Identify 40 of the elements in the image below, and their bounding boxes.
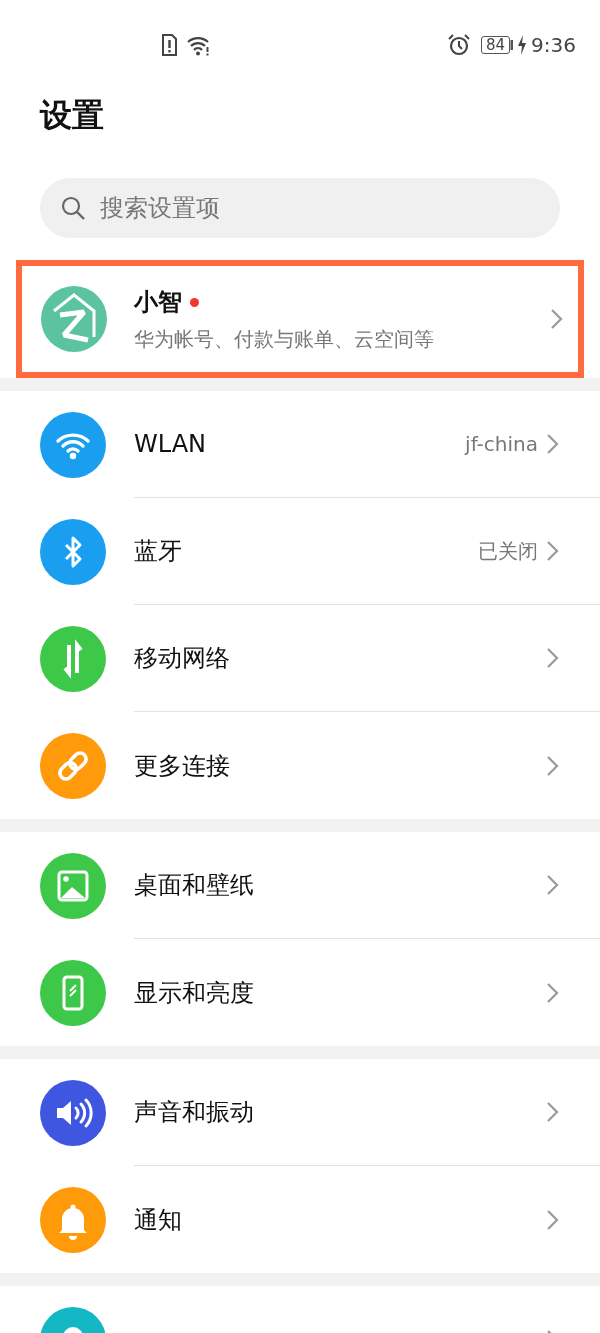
row-value: jf-china <box>465 431 538 458</box>
settings-row[interactable]: 更多连接 <box>0 712 600 819</box>
chevron-icon <box>546 981 560 1004</box>
row-label: 通知 <box>134 1204 183 1236</box>
row-value: 已关闭 <box>478 538 538 565</box>
battery-indicator: 84 <box>481 36 511 54</box>
page-title: 设置 <box>38 95 105 136</box>
row-label: 声音和振动 <box>134 1097 255 1128</box>
settings-row[interactable]: 通知 <box>0 1166 600 1273</box>
settings-row[interactable]: 声音和振动 <box>0 1059 600 1166</box>
alarm-icon <box>447 33 471 57</box>
row-label: 桌面和壁纸 <box>134 870 255 901</box>
clock-time: 9:36 <box>531 32 576 59</box>
chevron-icon <box>546 540 560 562</box>
chevron-icon <box>546 647 560 669</box>
chevron-icon <box>550 308 564 330</box>
row-label: 蓝牙 <box>134 536 183 567</box>
wifi-alert-icon <box>186 34 210 56</box>
settings-row[interactable]: WLAN jf-china <box>0 391 600 498</box>
avatar-icon <box>40 285 108 353</box>
row-label: WLAN <box>134 429 208 460</box>
row-label: 显示和亮度 <box>134 977 255 1009</box>
chevron-icon <box>546 1208 560 1231</box>
row-label: 更多连接 <box>134 750 231 782</box>
chevron-icon <box>546 1101 560 1123</box>
settings-row[interactable]: 蓝牙 已关闭 <box>0 498 600 605</box>
settings-row[interactable]: 移动网络 <box>0 605 600 712</box>
search-icon <box>60 195 86 221</box>
chevron-icon <box>546 874 560 896</box>
chevron-icon <box>546 433 560 455</box>
account-name: 小智 <box>134 287 182 318</box>
account-subtitle: 华为帐号、付款与账单、云空间等 <box>134 326 435 353</box>
settings-row[interactable]: 桌面和壁纸 <box>0 832 600 939</box>
battery-tip-icon <box>510 40 515 50</box>
sim-alert-icon <box>160 33 178 57</box>
settings-row[interactable]: 显示和亮度 <box>0 939 600 1046</box>
search-field[interactable]: 搜索设置项 <box>40 178 560 238</box>
account-row[interactable]: 小智 华为帐号、付款与账单、云空间等 <box>16 260 584 378</box>
row-label: 移动网络 <box>134 643 231 674</box>
chevron-icon <box>546 754 560 777</box>
